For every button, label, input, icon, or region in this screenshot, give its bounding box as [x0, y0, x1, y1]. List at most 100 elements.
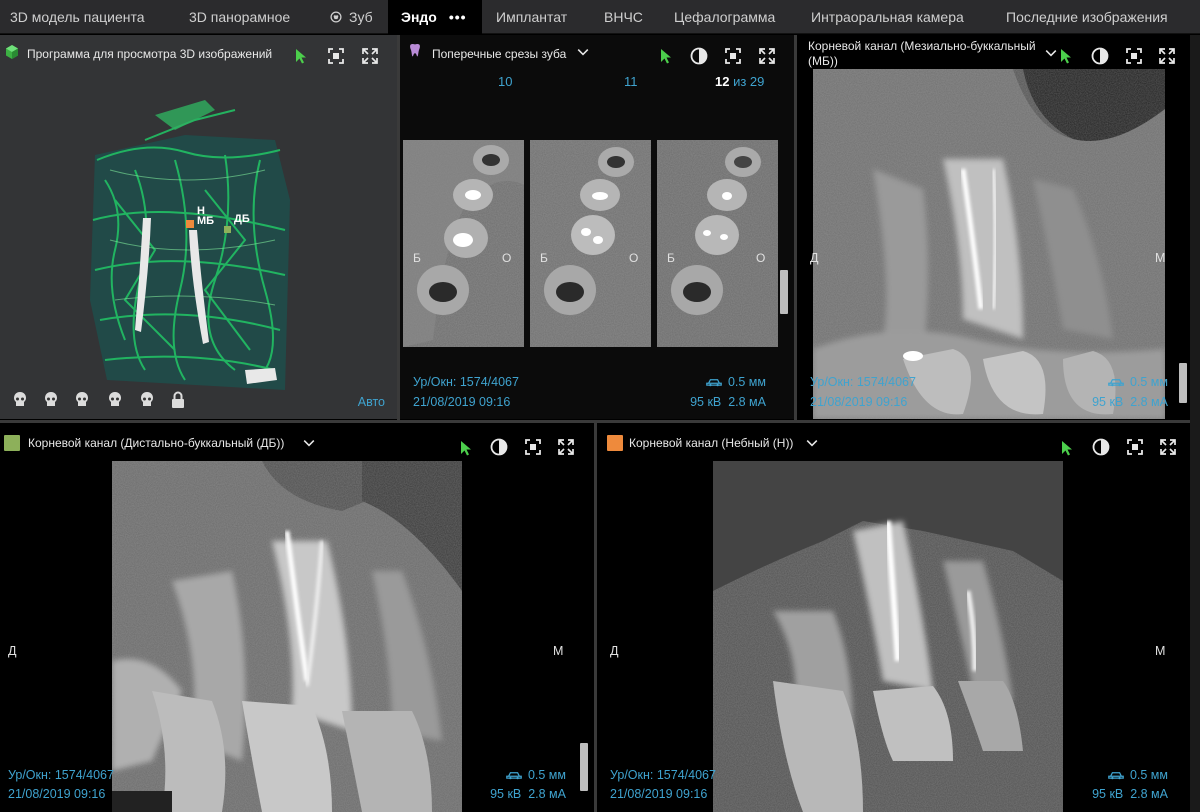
skull-right-icon[interactable] — [105, 390, 125, 410]
distal-label: Д — [8, 644, 17, 658]
slice-image-10[interactable]: Б О — [403, 140, 524, 347]
canal-mb-title-line1: Корневой канал (Мезиально-буккальный — [808, 39, 1036, 53]
title-dropdown-icon[interactable] — [804, 435, 820, 451]
title-dropdown-icon[interactable] — [575, 44, 591, 60]
timestamp-text: 21/08/2019 09:16 — [413, 395, 511, 409]
panel-divider[interactable] — [794, 35, 797, 420]
distal-label: Д — [810, 251, 819, 265]
pointer-tool-icon[interactable] — [656, 46, 676, 66]
tab-tooth-label: Зуб — [349, 9, 373, 25]
right-edge-panel — [1190, 35, 1200, 812]
canal-mb-image[interactable] — [813, 69, 1165, 419]
contrast-icon[interactable] — [489, 437, 509, 457]
side-o-label: О — [629, 251, 638, 265]
fit-view-icon[interactable] — [1125, 437, 1145, 457]
window-level-text: Ур/Окн: 1574/4067 — [8, 768, 114, 782]
side-o-label: О — [502, 251, 511, 265]
tab-3d-panoramic[interactable]: 3D панорамное — [189, 0, 290, 34]
contrast-icon[interactable] — [689, 46, 709, 66]
canal-mb-scrollbar[interactable] — [1179, 363, 1187, 403]
more-options-icon[interactable]: ••• — [449, 9, 467, 25]
top-navigation: 3D модель пациента 3D панорамное Зуб Энд… — [0, 0, 1200, 34]
viewer-3d-panel: Программа для просмотра 3D изображений Н… — [0, 35, 397, 419]
fit-view-icon[interactable] — [326, 46, 346, 66]
side-o-label: О — [756, 251, 765, 265]
fullscreen-icon[interactable] — [757, 46, 777, 66]
tab-tmj[interactable]: ВНЧС — [604, 0, 643, 34]
slice-image-12[interactable]: Б О — [657, 140, 778, 347]
slice-scrollbar[interactable] — [780, 270, 788, 314]
voxel-icon — [705, 376, 723, 387]
window-level-text: Ур/Окн: 1574/4067 — [810, 375, 916, 389]
fit-view-icon[interactable] — [523, 437, 543, 457]
side-b-label: Б — [540, 251, 548, 265]
canal-db-color-swatch — [4, 435, 20, 451]
tab-3d-model[interactable]: 3D модель пациента — [10, 0, 145, 34]
pointer-tool-icon[interactable] — [456, 438, 476, 458]
canal-mb-header: Корневой канал (Мезиально-буккальный (МБ… — [797, 35, 1190, 71]
exposure-text: 95 кВ 2.8 мА — [1092, 787, 1168, 801]
contrast-icon[interactable] — [1090, 46, 1110, 66]
voxel-icon — [1107, 376, 1125, 387]
canal-n-image[interactable] — [713, 461, 1063, 812]
exposure-text: 95 кВ 2.8 мА — [490, 787, 566, 801]
side-b-label: Б — [667, 251, 675, 265]
timestamp-text: 21/08/2019 09:16 — [810, 395, 908, 409]
title-dropdown-icon[interactable] — [301, 435, 317, 451]
skull-front-icon[interactable] — [10, 390, 30, 410]
pointer-tool-icon[interactable] — [1057, 438, 1077, 458]
fullscreen-icon[interactable] — [556, 437, 576, 457]
tooth-tab-icon — [330, 11, 342, 23]
contrast-icon[interactable] — [1091, 437, 1111, 457]
tab-intraoral-camera[interactable]: Интраоральная камера — [811, 0, 964, 34]
canal-n-color-swatch — [607, 435, 623, 451]
auto-mode-label[interactable]: Авто — [358, 393, 385, 411]
canal-mb-panel: Корневой канал (Мезиально-буккальный (МБ… — [797, 35, 1190, 419]
voxel-size-text: 0.5 мм — [705, 373, 766, 391]
tooth-icon — [407, 42, 423, 58]
pointer-tool-icon[interactable] — [291, 46, 311, 66]
skull-top-icon[interactable] — [137, 390, 157, 410]
canal-db-header: Корневой канал (Дистально-буккальный (ДБ… — [0, 423, 594, 459]
fullscreen-icon[interactable] — [1158, 437, 1178, 457]
panel-divider[interactable] — [397, 35, 400, 420]
cross-sections-title: Поперечные срезы зуба — [432, 47, 567, 61]
canal-db-scrollbar[interactable] — [580, 743, 588, 791]
canal-db-image[interactable] — [112, 461, 462, 812]
skull-face-icon[interactable] — [41, 390, 61, 410]
pointer-tool-icon[interactable] — [1056, 46, 1076, 66]
canal-db-panel: Корневой канал (Дистально-буккальный (ДБ… — [0, 423, 594, 812]
tab-implant[interactable]: Имплантат — [496, 0, 567, 34]
fit-view-icon[interactable] — [723, 46, 743, 66]
slice-number-11[interactable]: 11 — [624, 74, 638, 89]
fit-view-icon[interactable] — [1124, 46, 1144, 66]
fullscreen-icon[interactable] — [1157, 46, 1177, 66]
tab-tooth[interactable]: Зуб — [329, 0, 373, 34]
viewer-3d-title: Программа для просмотра 3D изображений — [27, 47, 273, 61]
skull-left-icon[interactable] — [72, 390, 92, 410]
canal-db-title: Корневой канал (Дистально-буккальный (ДБ… — [28, 436, 285, 450]
fullscreen-icon[interactable] — [360, 46, 380, 66]
lock-icon[interactable] — [168, 390, 188, 410]
slice-image-11[interactable]: Б О — [530, 140, 651, 347]
slice-number-10[interactable]: 10 — [498, 74, 512, 89]
slice-total: из 29 — [733, 74, 765, 89]
canal-n-title: Корневой канал (Небный (Н)) — [629, 436, 794, 450]
panel-divider[interactable] — [594, 423, 597, 812]
tab-cephalogram[interactable]: Цефалограмма — [674, 0, 775, 34]
window-level-text: Ур/Окн: 1574/4067 — [610, 768, 716, 782]
voxel-size-text: 0.5 мм — [505, 766, 566, 784]
distal-label: Д — [610, 644, 619, 658]
cross-sections-header: Поперечные срезы зуба — [400, 35, 794, 71]
voxel-icon — [505, 769, 523, 780]
canal-mb-title: Корневой канал (Мезиально-буккальный (МБ… — [808, 39, 1036, 69]
timestamp-text: 21/08/2019 09:16 — [610, 787, 708, 801]
tab-endo[interactable]: Эндо ••• — [388, 0, 482, 34]
viewer-3d-header: Программа для просмотра 3D изображений — [0, 35, 397, 71]
view-preset-bar — [8, 390, 198, 410]
voxel-icon — [1107, 769, 1125, 780]
3d-render[interactable]: Н МБ ДБ — [85, 100, 295, 400]
side-b-label: Б — [413, 251, 421, 265]
tab-recent-images[interactable]: Последние изображения — [1006, 0, 1168, 34]
voxel-size-text: 0.5 мм — [1107, 373, 1168, 391]
